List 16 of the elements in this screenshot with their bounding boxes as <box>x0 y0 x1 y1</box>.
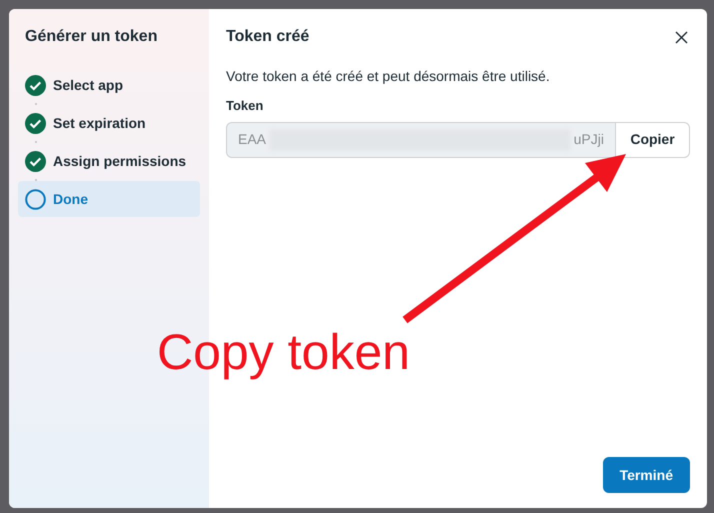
field-label: Token <box>226 97 264 115</box>
step-item[interactable]: Assign permissions <box>18 143 200 179</box>
close-icon[interactable] <box>675 30 688 44</box>
sidebar-title: Générer un token <box>24 27 158 47</box>
step-item[interactable]: Select app <box>18 67 200 103</box>
message-text: Votre token a été créé et peut désormais être utilisé. <box>226 67 551 86</box>
copy-button[interactable]: Copier <box>616 122 690 158</box>
check-circle-icon <box>25 112 46 134</box>
check-circle-icon <box>25 74 46 96</box>
dialog-title: Token créé <box>226 27 310 47</box>
step-item[interactable]: Set expiration <box>18 105 200 141</box>
empty-circle-icon <box>25 188 46 210</box>
done-button[interactable]: Terminé <box>602 457 690 493</box>
check-circle-icon <box>25 150 46 172</box>
annotation-text: Copy token <box>157 323 410 382</box>
step-item[interactable]: Done <box>18 181 200 217</box>
